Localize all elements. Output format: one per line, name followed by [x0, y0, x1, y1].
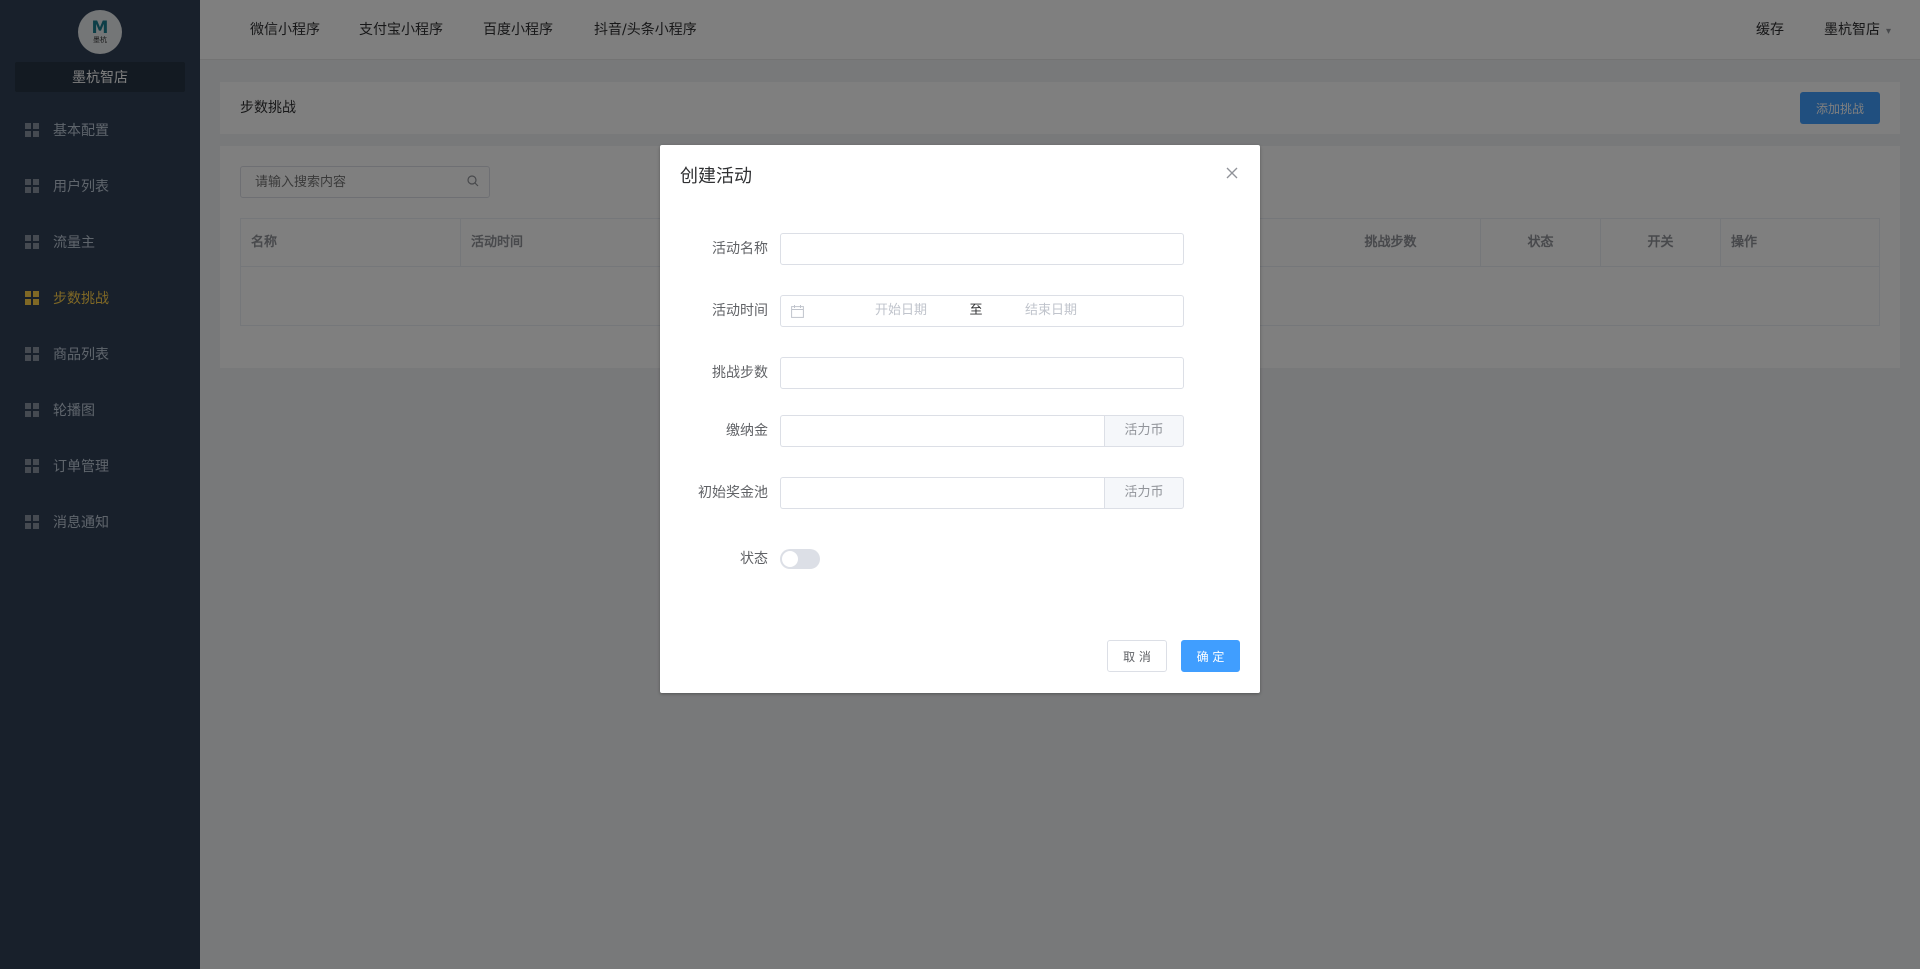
deposit-label: 缴纳金	[726, 423, 768, 439]
form-row-pool: 初始奖金池 活力币	[680, 477, 1200, 509]
deposit-input[interactable]	[780, 415, 1104, 447]
form-row-steps: 挑战步数	[680, 357, 1200, 389]
pool-unit: 活力币	[1104, 477, 1184, 509]
start-date-input[interactable]: 开始日期	[841, 296, 961, 326]
calendar-icon	[791, 305, 804, 318]
end-date-input[interactable]: 结束日期	[991, 296, 1111, 326]
challenge-steps-input[interactable]	[780, 357, 1184, 389]
deposit-unit: 活力币	[1104, 415, 1184, 447]
dialog-title: 创建活动	[680, 166, 752, 187]
form-row-status: 状态	[680, 543, 1200, 575]
confirm-button[interactable]: 确 定	[1181, 640, 1240, 672]
create-activity-dialog: 创建活动 活动名称 活动时间 开始日期 至 结束日期 挑战步数 缴纳金 活力币	[660, 145, 1260, 693]
name-label: 活动名称	[712, 241, 768, 257]
toggle-knob	[782, 551, 798, 567]
close-icon[interactable]	[1224, 165, 1240, 181]
date-range-picker[interactable]: 开始日期 至 结束日期	[780, 295, 1184, 327]
form-row-deposit: 缴纳金 活力币	[680, 415, 1200, 447]
cancel-button[interactable]: 取 消	[1107, 640, 1167, 672]
status-toggle[interactable]	[780, 549, 820, 569]
steps-label: 挑战步数	[712, 365, 768, 381]
prize-pool-input[interactable]	[780, 477, 1104, 509]
form-row-name: 活动名称	[680, 233, 1200, 265]
time-label: 活动时间	[712, 303, 768, 319]
activity-name-input[interactable]	[780, 233, 1184, 265]
form-row-time: 活动时间 开始日期 至 结束日期	[680, 295, 1200, 327]
range-separator: 至	[969, 303, 983, 318]
status-label: 状态	[740, 551, 768, 567]
pool-label: 初始奖金池	[698, 485, 768, 501]
